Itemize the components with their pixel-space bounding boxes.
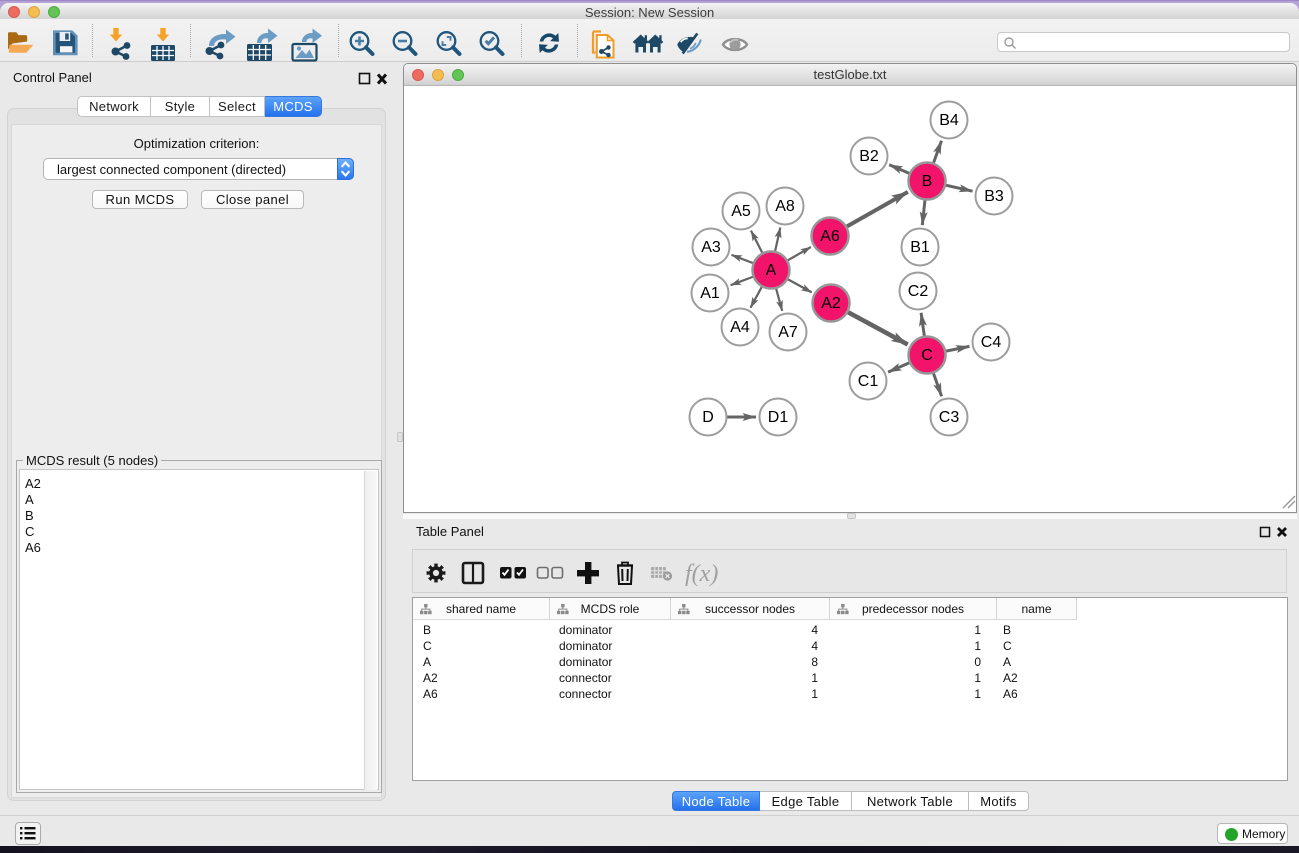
svg-text:A6: A6 bbox=[820, 228, 840, 245]
svg-text:A: A bbox=[766, 262, 777, 279]
svg-text:B1: B1 bbox=[910, 239, 930, 256]
svg-text:A4: A4 bbox=[730, 319, 750, 336]
svg-text:A2: A2 bbox=[821, 295, 841, 312]
svg-text:C4: C4 bbox=[981, 334, 1002, 351]
svg-text:B4: B4 bbox=[939, 112, 959, 129]
svg-text:f(x): f(x) bbox=[685, 561, 718, 587]
svg-text:A5: A5 bbox=[731, 203, 751, 220]
svg-text:C2: C2 bbox=[908, 283, 929, 300]
svg-text:A3: A3 bbox=[701, 239, 721, 256]
svg-text:A7: A7 bbox=[778, 324, 798, 341]
svg-text:B: B bbox=[922, 173, 933, 190]
svg-text:A8: A8 bbox=[775, 198, 795, 215]
svg-text:D1: D1 bbox=[768, 409, 789, 426]
svg-text:B3: B3 bbox=[984, 188, 1004, 205]
svg-text:A1: A1 bbox=[700, 285, 720, 302]
svg-text:C3: C3 bbox=[939, 409, 960, 426]
svg-text:B2: B2 bbox=[859, 148, 879, 165]
svg-text:D: D bbox=[702, 409, 714, 426]
svg-text:C1: C1 bbox=[858, 373, 879, 390]
svg-text:C: C bbox=[921, 347, 933, 364]
